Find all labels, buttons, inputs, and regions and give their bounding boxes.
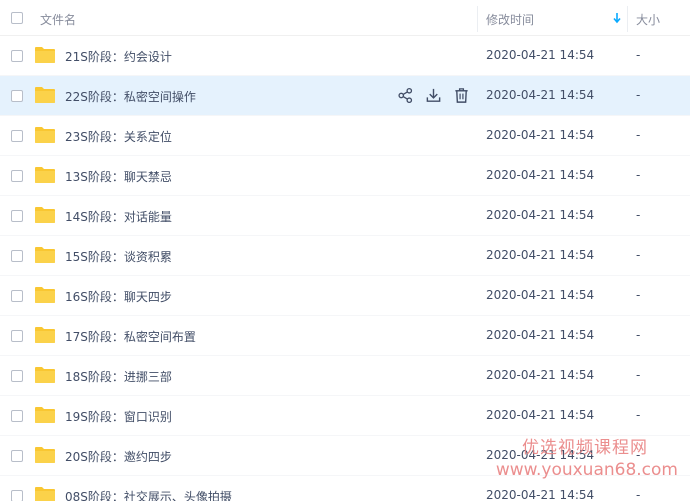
file-size: - [636, 408, 641, 422]
folder-icon [35, 127, 55, 143]
file-modified-time: 2020-04-21 14:54 [486, 328, 595, 342]
folder-icon [35, 447, 55, 463]
row-checkbox[interactable] [11, 250, 23, 262]
share-icon[interactable] [397, 87, 414, 104]
folder-icon [35, 247, 55, 263]
file-modified-time: 2020-04-21 14:54 [486, 208, 595, 222]
download-icon[interactable] [425, 87, 442, 104]
folder-icon [35, 287, 55, 303]
file-row[interactable]: 15S阶段：谈资积累 2020-04-21 14:54 - [0, 236, 690, 276]
column-header-name[interactable]: 文件名 [40, 11, 76, 28]
watermark: 优选视频课程网 www.youxuan68.com [496, 437, 678, 481]
file-name[interactable]: 08S阶段：社交展示、头像拍摄 [65, 488, 232, 501]
file-modified-time: 2020-04-21 14:54 [486, 48, 595, 62]
file-row[interactable]: 23S阶段：关系定位 2020-04-21 14:54 - [0, 116, 690, 156]
folder-icon [35, 367, 55, 383]
file-name[interactable]: 13S阶段：聊天禁忌 [65, 168, 172, 185]
folder-icon [35, 327, 55, 343]
folder-icon [35, 407, 55, 423]
watermark-url: www.youxuan68.com [495, 460, 678, 480]
file-size: - [636, 368, 641, 382]
file-row[interactable]: 22S阶段：私密空间操作 2020-04-21 14:54 - [0, 76, 690, 116]
file-name[interactable]: 18S阶段：进挪三部 [65, 368, 172, 385]
file-size: - [636, 488, 641, 501]
column-divider[interactable] [627, 6, 628, 32]
file-modified-time: 2020-04-21 14:54 [486, 168, 595, 182]
column-divider[interactable] [477, 6, 478, 32]
file-list-header: 文件名 修改时间 大小 [0, 0, 690, 36]
file-name[interactable]: 15S阶段：谈资积累 [65, 248, 172, 265]
file-list: 21S阶段：约会设计 2020-04-21 14:54-22S阶段：私密空间操作 2… [0, 36, 690, 501]
file-size: - [636, 88, 641, 102]
file-size: - [636, 288, 641, 302]
file-name[interactable]: 14S阶段：对话能量 [65, 208, 172, 225]
file-row[interactable]: 19S阶段：窗口识别 2020-04-21 14:54 - [0, 396, 690, 436]
file-row[interactable]: 21S阶段：约会设计 2020-04-21 14:54 - [0, 36, 690, 76]
file-name[interactable]: 16S阶段：聊天四步 [65, 288, 172, 305]
file-row[interactable]: 18S阶段：进挪三部 2020-04-21 14:54 - [0, 356, 690, 396]
file-size: - [636, 128, 641, 142]
row-checkbox[interactable] [11, 410, 23, 422]
file-name[interactable]: 20S阶段：邀约四步 [65, 448, 172, 465]
row-checkbox[interactable] [11, 50, 23, 62]
folder-icon [35, 487, 55, 501]
folder-icon [35, 87, 55, 103]
file-name[interactable]: 19S阶段：窗口识别 [65, 408, 172, 425]
file-row[interactable]: 13S阶段：聊天禁忌 2020-04-21 14:54 - [0, 156, 690, 196]
file-size: - [636, 48, 641, 62]
file-row[interactable]: 14S阶段：对话能量 2020-04-21 14:54 - [0, 196, 690, 236]
row-checkbox[interactable] [11, 170, 23, 182]
file-name[interactable]: 23S阶段：关系定位 [65, 128, 172, 145]
file-size: - [636, 208, 641, 222]
folder-icon [35, 207, 55, 223]
file-size: - [636, 328, 641, 342]
file-modified-time: 2020-04-21 14:54 [486, 368, 595, 382]
row-checkbox[interactable] [11, 90, 23, 102]
row-checkbox[interactable] [11, 450, 23, 462]
column-header-size[interactable]: 大小 [636, 11, 660, 28]
file-modified-time: 2020-04-21 14:54 [486, 88, 595, 102]
row-checkbox[interactable] [11, 370, 23, 382]
row-checkbox[interactable] [11, 210, 23, 222]
file-modified-time: 2020-04-21 14:54 [486, 408, 595, 422]
row-actions [397, 87, 470, 105]
file-modified-time: 2020-04-21 14:54 [486, 288, 595, 302]
file-row[interactable]: 16S阶段：聊天四步 2020-04-21 14:54 - [0, 276, 690, 316]
row-checkbox[interactable] [11, 330, 23, 342]
file-modified-time: 2020-04-21 14:54 [486, 488, 595, 501]
select-all-checkbox[interactable] [11, 12, 23, 24]
file-modified-time: 2020-04-21 14:54 [486, 248, 595, 262]
trash-icon[interactable] [453, 87, 470, 104]
file-size: - [636, 248, 641, 262]
file-name[interactable]: 22S阶段：私密空间操作 [65, 88, 196, 105]
row-checkbox[interactable] [11, 490, 23, 501]
folder-icon [35, 47, 55, 63]
file-name[interactable]: 21S阶段：约会设计 [65, 48, 172, 65]
file-row[interactable]: 17S阶段：私密空间布置 2020-04-21 14:54 - [0, 316, 690, 356]
file-name[interactable]: 17S阶段：私密空间布置 [65, 328, 196, 345]
row-checkbox[interactable] [11, 290, 23, 302]
file-modified-time: 2020-04-21 14:54 [486, 128, 595, 142]
watermark-title: 优选视频课程网 [522, 438, 648, 458]
folder-icon [35, 167, 55, 183]
file-size: - [636, 168, 641, 182]
row-checkbox[interactable] [11, 130, 23, 142]
column-header-time[interactable]: 修改时间 [486, 11, 534, 28]
file-list-page: 文件名 修改时间 大小 21S阶段：约会设计 2020-04-21 14:54-2… [0, 0, 690, 501]
sort-desc-arrow-icon[interactable] [612, 12, 622, 24]
